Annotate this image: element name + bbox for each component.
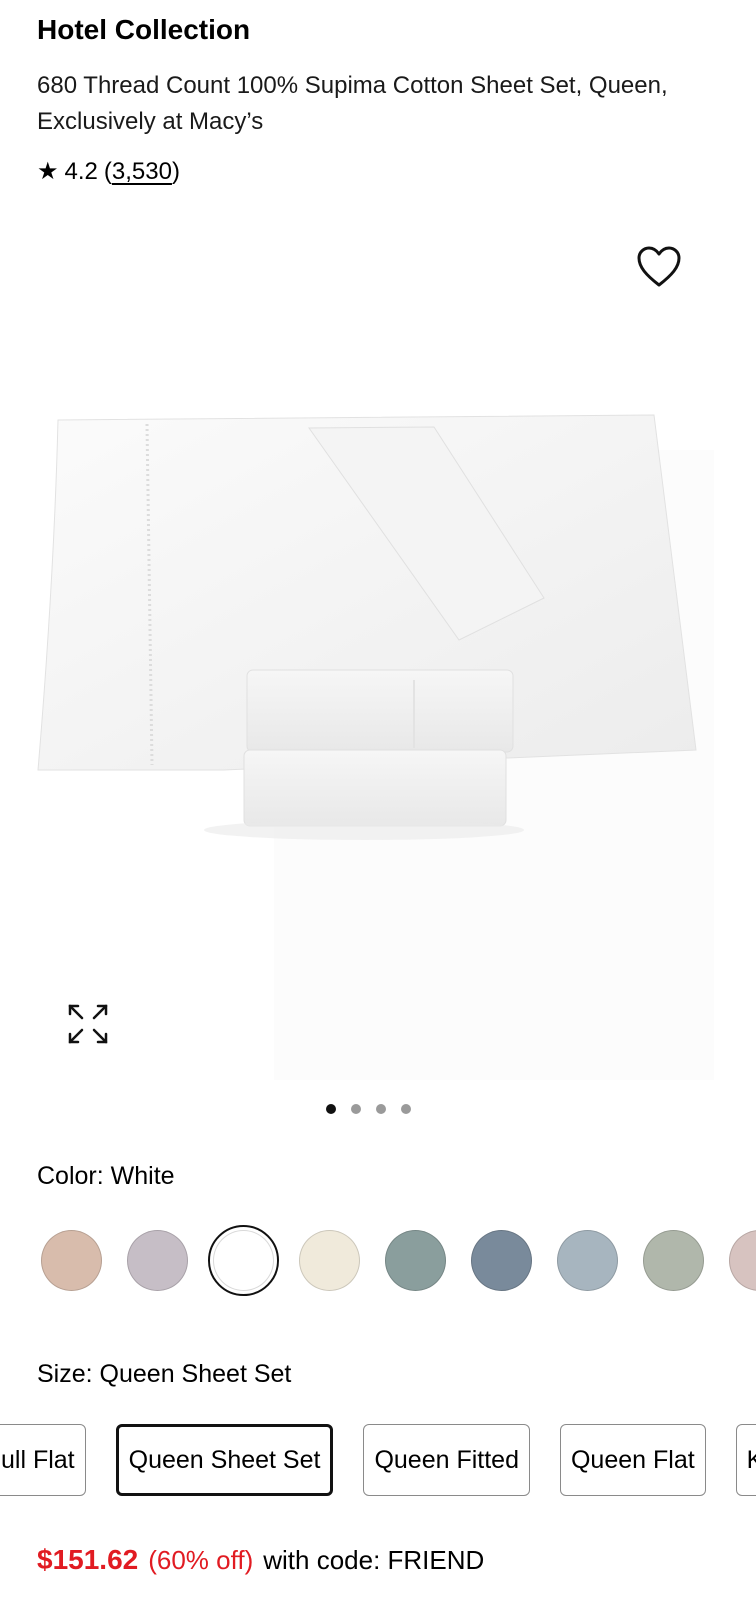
size-option-full-flat[interactable]: ull Flat <box>0 1424 86 1496</box>
selected-size: Queen Sheet Set <box>99 1360 292 1388</box>
carousel-dots[interactable] <box>326 1104 411 1114</box>
carousel-dot[interactable] <box>351 1104 361 1114</box>
price-row: $151.62 (60% off) with code: FRIEND <box>37 1544 484 1576</box>
size-options: ull Flat Queen Sheet Set Queen Fitted Qu… <box>0 1424 756 1496</box>
color-swatch-lilac[interactable] <box>127 1230 188 1291</box>
color-swatch-mist[interactable] <box>557 1230 618 1291</box>
expand-icon[interactable] <box>66 1002 110 1046</box>
color-swatch-slate[interactable] <box>471 1230 532 1291</box>
color-swatch-blush[interactable] <box>41 1230 102 1291</box>
promo-code-text: with code: FRIEND <box>263 1545 485 1575</box>
product-image[interactable] <box>24 330 724 1090</box>
size-option-queen-sheet-set[interactable]: Queen Sheet Set <box>115 1424 334 1496</box>
selected-color: White <box>110 1162 175 1190</box>
size-option-queen-flat[interactable]: Queen Flat <box>559 1424 706 1496</box>
color-label-text: Color: <box>37 1162 104 1190</box>
color-swatch-rose[interactable] <box>729 1230 756 1291</box>
discount-percent: (60% off) <box>148 1545 254 1575</box>
size-option-queen-fitted[interactable]: Queen Fitted <box>363 1424 530 1496</box>
carousel-dot[interactable] <box>376 1104 386 1114</box>
rating-summary[interactable]: ★ 4.2 (3,530) <box>37 157 180 186</box>
color-swatches <box>41 1225 756 1296</box>
review-count-link[interactable]: 3,530 <box>112 158 172 185</box>
size-label-text: Size: <box>37 1360 93 1388</box>
color-swatch-celadon[interactable] <box>643 1230 704 1291</box>
color-swatch-white[interactable] <box>208 1225 279 1296</box>
rating-value: 4.2 <box>64 157 98 185</box>
size-label: Size: Queen Sheet Set <box>37 1360 291 1389</box>
color-label: Color: White <box>37 1162 175 1191</box>
sale-price: $151.62 <box>37 1544 139 1575</box>
color-swatch-ivory[interactable] <box>299 1230 360 1291</box>
color-swatch-sage[interactable] <box>385 1230 446 1291</box>
heart-outline-icon[interactable] <box>636 245 682 289</box>
brand-name[interactable]: Hotel Collection <box>37 14 250 46</box>
product-title: 680 Thread Count 100% Supima Cotton Shee… <box>37 72 668 135</box>
size-option-king[interactable]: K <box>735 1424 756 1496</box>
paren-close: ) <box>171 157 180 185</box>
star-icon: ★ <box>37 158 59 185</box>
paren-open: ( <box>103 157 112 185</box>
carousel-dot[interactable] <box>401 1104 411 1114</box>
carousel-dot[interactable] <box>326 1104 336 1114</box>
